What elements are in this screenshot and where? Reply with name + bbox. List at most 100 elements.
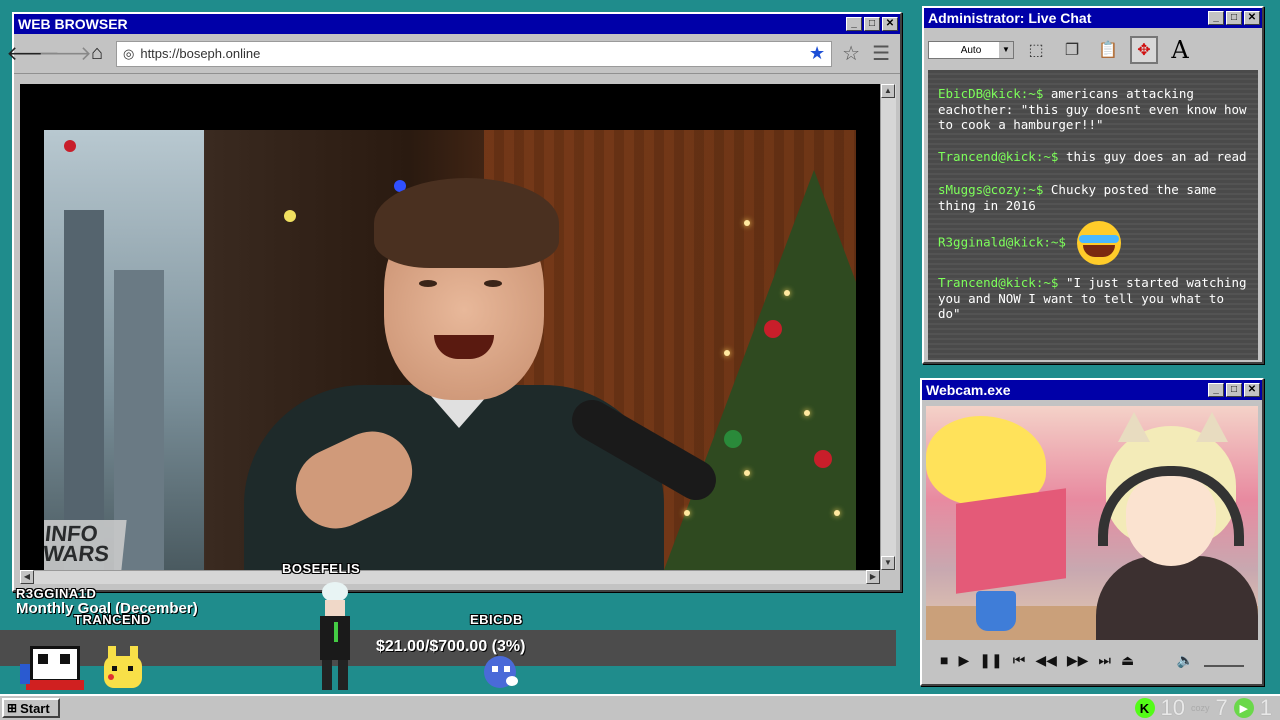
ebicdb-sprite — [482, 652, 518, 690]
rewind-icon[interactable]: ◀◀ — [1035, 652, 1057, 669]
minimize-button[interactable]: _ — [1208, 383, 1224, 397]
move-icon[interactable]: ✥ — [1130, 36, 1158, 64]
webcam-title: Webcam.exe — [926, 382, 1011, 398]
chat-username: EbicDB@kick:~$ — [938, 86, 1044, 101]
tree-light — [724, 350, 730, 356]
building — [64, 210, 104, 570]
volume-slider[interactable] — [1204, 653, 1244, 667]
webcam-titlebar[interactable]: Webcam.exe _ □ ✕ — [922, 380, 1262, 400]
infowars-logo: INFO WARS — [44, 520, 127, 570]
browser-titlebar[interactable]: WEB BROWSER _ □ ✕ — [14, 14, 900, 34]
maximize-button[interactable]: □ — [1226, 383, 1242, 397]
chat-title: Administrator: Live Chat — [928, 10, 1092, 26]
fast-forward-icon[interactable]: ▶▶ — [1067, 652, 1089, 669]
eye — [484, 280, 502, 287]
menu-icon[interactable]: ☰ — [872, 41, 890, 66]
string-light — [64, 140, 76, 152]
person-hair — [374, 178, 559, 268]
skip-back-icon[interactable]: ⏮ — [1013, 652, 1026, 669]
maximize-button[interactable]: □ — [864, 17, 880, 31]
select-rect-icon[interactable]: ⬚ — [1022, 36, 1050, 64]
browser-viewport: INFO WARS — [20, 84, 880, 570]
close-button[interactable]: ✕ — [1244, 383, 1260, 397]
browser-toolbar: 🡐 🡒 ⌂ ◎ https://boseph.online ★ ☆ ☰ — [6, 34, 900, 74]
chat-message: Trancend@kick:~$ this guy does an ad rea… — [928, 149, 1258, 165]
eject-icon[interactable]: ⏏ — [1121, 652, 1134, 669]
media-controls: ■ ▶ ❚❚ ⏮ ◀◀ ▶▶ ⏭ ⏏ 🔈 — [926, 642, 1258, 678]
viewer-name-r3gginald: R3GGINA1D — [16, 586, 97, 601]
viewer-name-trancend: TRANCEND — [74, 612, 151, 627]
zoom-select-value: Auto — [960, 44, 982, 56]
globe-icon: ◎ — [123, 45, 135, 61]
paste-icon[interactable]: 📋 — [1094, 36, 1122, 64]
star-outline-icon[interactable]: ☆ — [842, 41, 860, 66]
eye — [419, 280, 437, 287]
bookmark-star-icon[interactable]: ★ — [809, 43, 825, 64]
chat-text: this guy does an ad read — [1065, 148, 1247, 164]
video-player[interactable]: INFO WARS — [44, 130, 856, 570]
windows-logo-icon: ⊞ — [7, 701, 18, 715]
blue-mug — [976, 591, 1016, 631]
browser-window: WEB BROWSER _ □ ✕ 🡐 🡒 ⌂ ◎ https://boseph… — [6, 12, 902, 592]
zoom-select[interactable]: Auto ▼ — [928, 41, 1014, 59]
pink-box — [956, 488, 1066, 594]
other-viewer-count: 1 — [1259, 695, 1272, 720]
browser-title: WEB BROWSER — [18, 16, 128, 32]
pause-icon[interactable]: ❚❚ — [979, 652, 1002, 669]
close-button[interactable]: ✕ — [882, 17, 898, 31]
vertical-scrollbar[interactable]: ▲ ▼ — [880, 84, 896, 570]
stop-icon[interactable]: ■ — [940, 652, 948, 668]
start-label: Start — [20, 700, 50, 716]
home-icon[interactable]: ⌂ — [84, 41, 110, 67]
ornament — [814, 450, 832, 468]
pikachu-sprite — [98, 646, 148, 692]
tree-light — [784, 290, 790, 296]
font-icon[interactable]: A — [1166, 36, 1194, 64]
kick-icon[interactable]: K — [1134, 698, 1155, 718]
maximize-button[interactable]: □ — [1226, 11, 1242, 25]
viewer-name-bosefelis: BOSEFELIS — [282, 561, 361, 576]
chat-username: Trancend@kick:~$ — [938, 275, 1059, 290]
minimize-button[interactable]: _ — [1208, 11, 1224, 25]
system-tray: K 10 cozy 7 ▶ 1 — [1134, 695, 1272, 720]
tree-light — [804, 410, 810, 416]
scroll-right-icon[interactable]: ▶ — [866, 570, 880, 584]
cat-ear — [1196, 412, 1228, 442]
avatar-sweater — [1096, 556, 1258, 640]
chat-message: EbicDB@kick:~$ americans attacking eacho… — [928, 86, 1258, 133]
crying-laughing-emoji-icon — [1077, 221, 1122, 265]
skip-forward-icon[interactable]: ⏭ — [1098, 652, 1111, 669]
chat-message: Trancend@kick:~$ "I just started watchin… — [928, 275, 1258, 322]
bosefelis-sprite — [310, 582, 360, 692]
webcam-window: Webcam.exe _ □ ✕ ■ ▶ ❚❚ ⏮ ◀◀ ▶▶ ⏭ ⏏ 🔈 — [920, 378, 1264, 686]
scroll-left-icon[interactable]: ◀ — [20, 570, 34, 584]
chat-username: R3gginald@kick:~$ — [938, 234, 1066, 250]
chat-message: R3gginald@kick:~$ — [928, 221, 1258, 265]
ornament — [724, 430, 742, 448]
play-icon[interactable]: ▶ — [958, 652, 969, 669]
chat-titlebar[interactable]: Administrator: Live Chat _ □ ✕ — [924, 8, 1262, 28]
address-bar[interactable]: ◎ https://boseph.online ★ — [116, 40, 833, 67]
horizontal-scrollbar[interactable]: ◀ ▶ — [20, 570, 880, 584]
chat-toolbar: Auto ▼ ⬚ ❐ 📋 ✥ A — [924, 28, 1262, 72]
cozy-icon[interactable]: cozy — [1191, 703, 1210, 713]
chat-username: sMuggs@cozy:~$ — [938, 182, 1044, 197]
start-button[interactable]: ⊞ Start — [2, 698, 60, 718]
scroll-up-icon[interactable]: ▲ — [881, 84, 895, 98]
close-button[interactable]: ✕ — [1244, 11, 1260, 25]
pixel-sprite-character — [20, 640, 90, 692]
copy-icon[interactable]: ❐ — [1058, 36, 1086, 64]
minimize-button[interactable]: _ — [846, 17, 862, 31]
forward-arrow-icon[interactable]: 🡒 — [38, 41, 92, 67]
webcam-feed — [926, 406, 1258, 640]
chat-window: Administrator: Live Chat _ □ ✕ Auto ▼ ⬚ … — [922, 6, 1264, 364]
volume-icon[interactable]: 🔈 — [1177, 652, 1194, 669]
cozy-viewer-count: 7 — [1215, 695, 1228, 720]
chevron-down-icon: ▼ — [999, 42, 1013, 58]
play-circle-icon[interactable]: ▶ — [1233, 698, 1254, 718]
tree-light — [684, 510, 690, 516]
kick-viewer-count: 10 — [1160, 695, 1185, 720]
chat-messages: EbicDB@kick:~$ americans attacking eacho… — [928, 70, 1258, 360]
scroll-down-icon[interactable]: ▼ — [881, 556, 895, 570]
viewer-name-ebicdb: EBICDB — [470, 612, 523, 627]
